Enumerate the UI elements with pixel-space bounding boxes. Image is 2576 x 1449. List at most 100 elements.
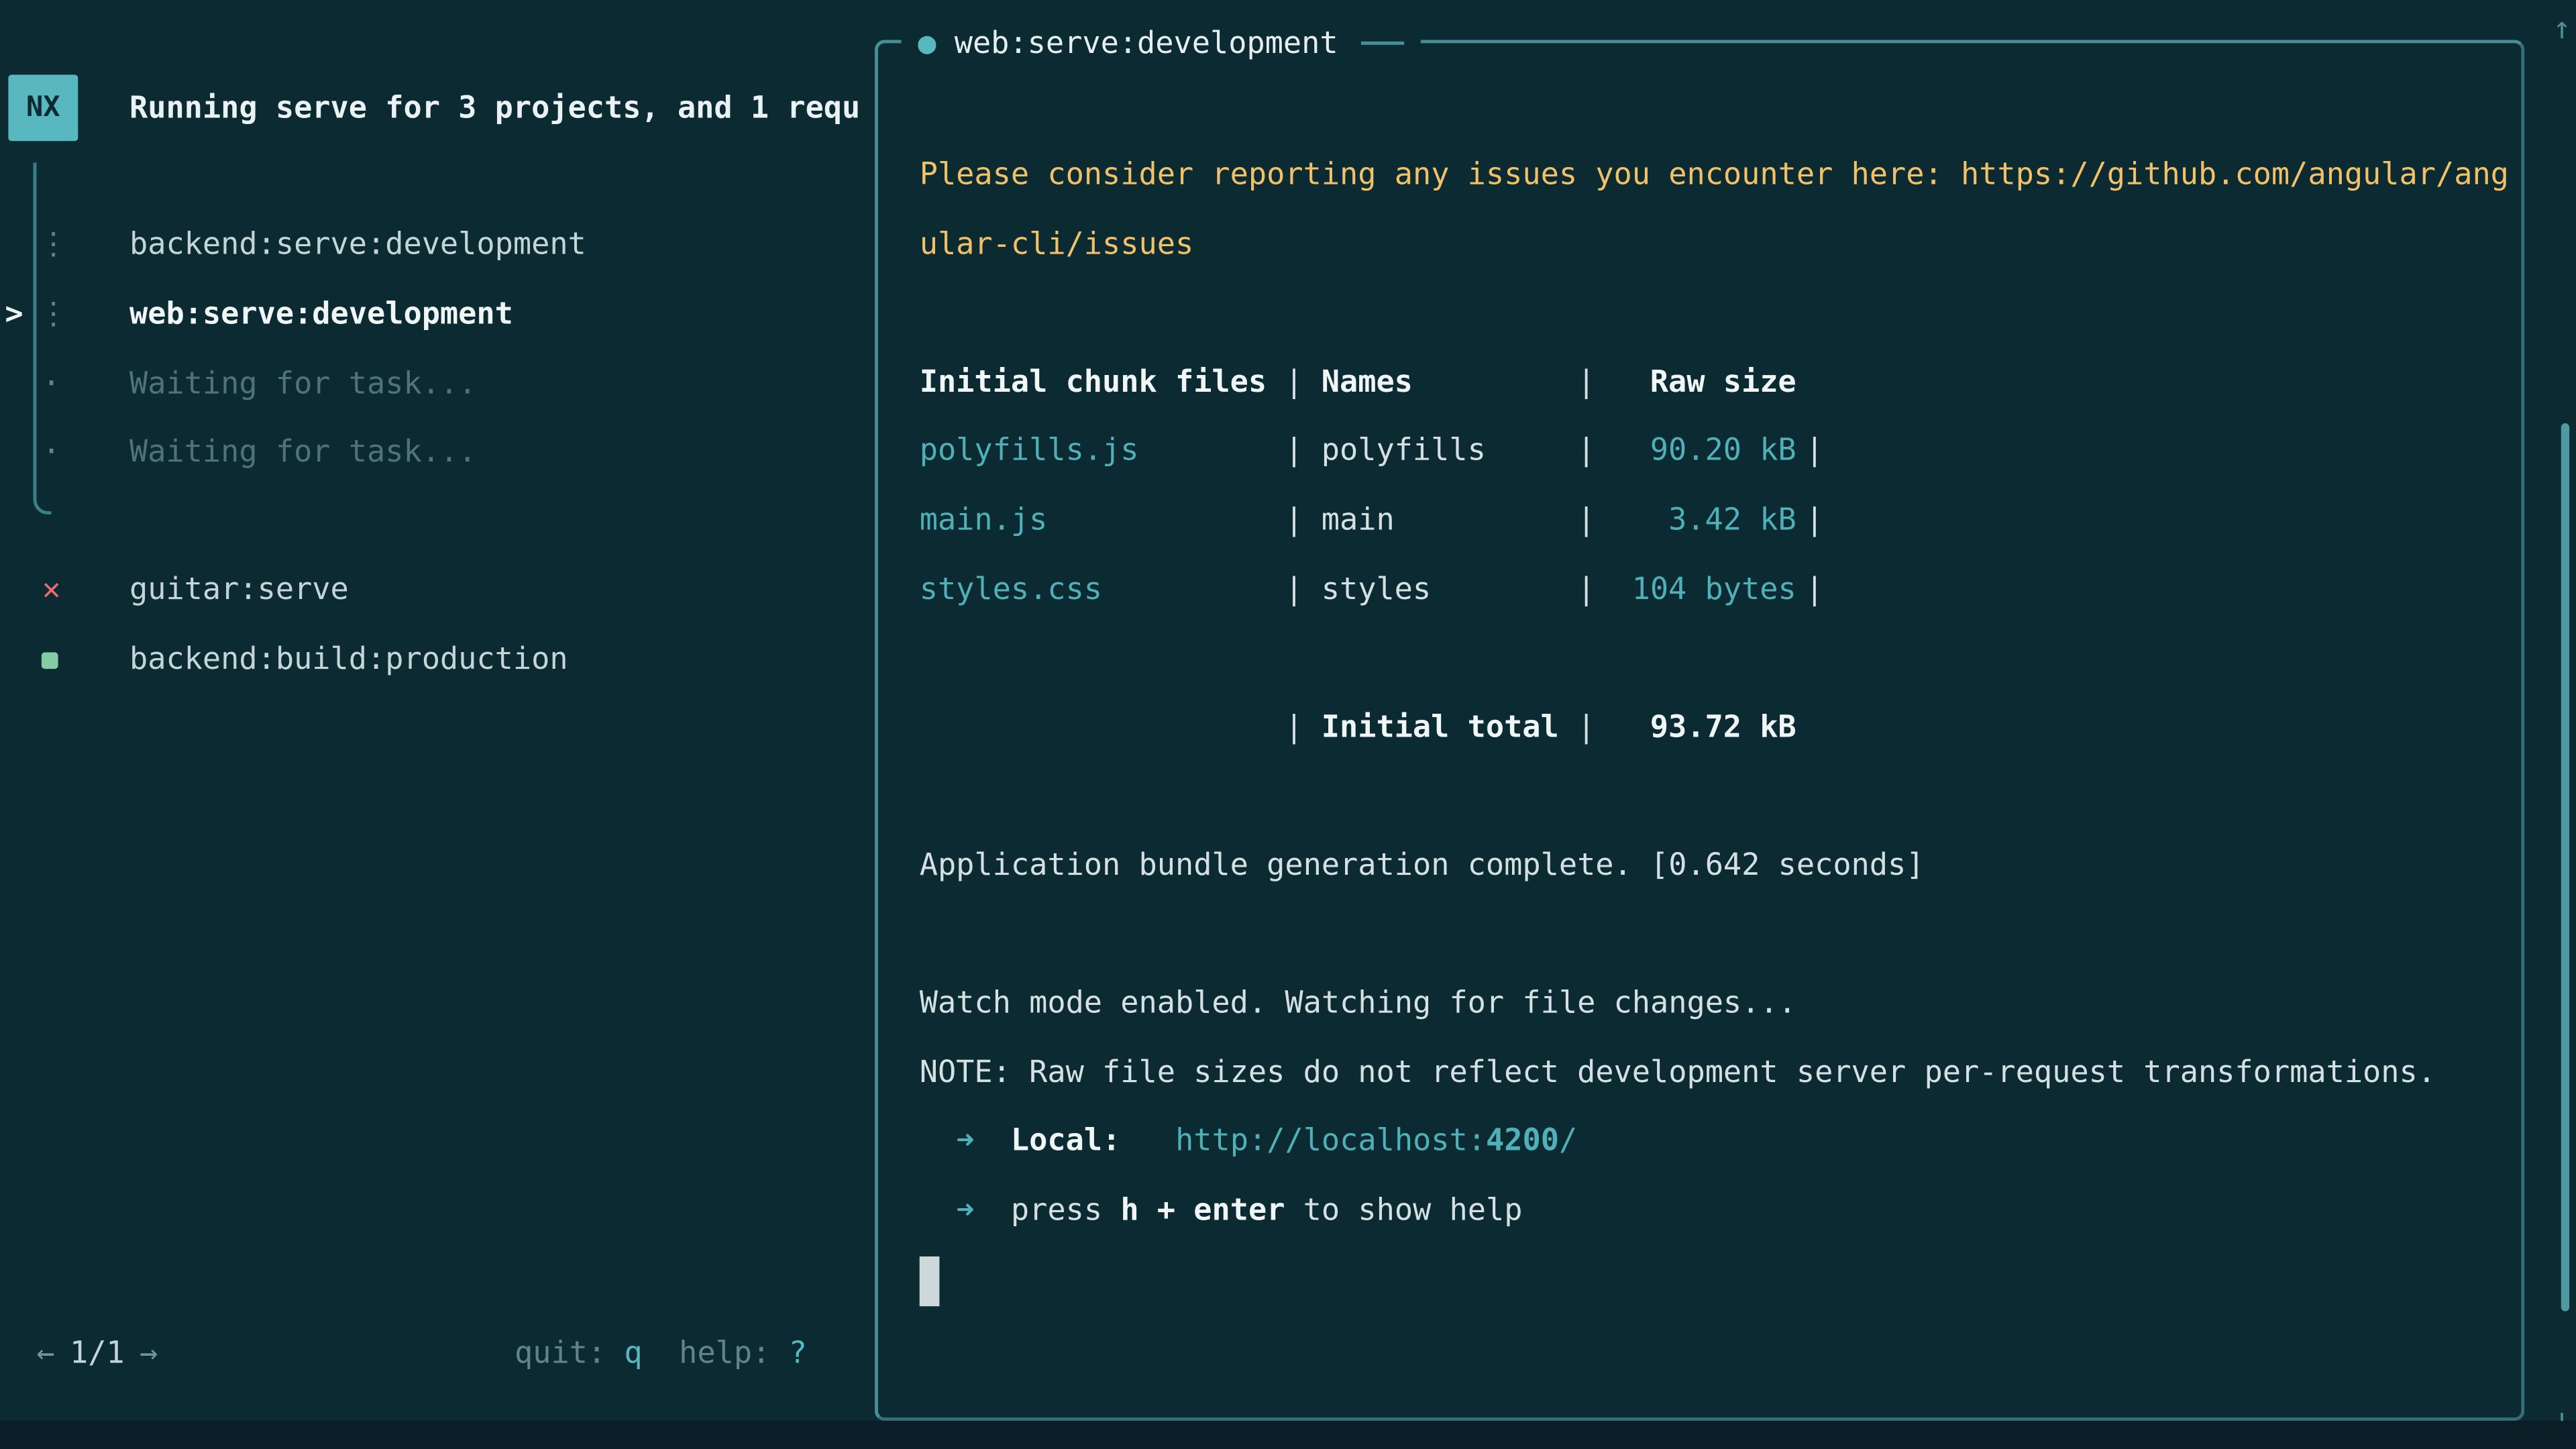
- task-label: backend:serve:development: [129, 211, 586, 280]
- pipe: |: [1577, 486, 1613, 555]
- running-status-dot-icon: ●: [918, 25, 936, 60]
- help-hint-line: ➜ press h + enter to show help: [920, 1177, 2522, 1246]
- task-label: web:serve:development: [129, 280, 513, 350]
- task-label: Waiting for task...: [129, 419, 476, 488]
- task-sidebar: NX Running serve for 3 projects, and 1 r…: [0, 0, 875, 1419]
- indent: [920, 1193, 956, 1228]
- local-label: Local:: [1011, 1124, 1120, 1159]
- spinner-icon: ⋮: [38, 211, 65, 280]
- issue-report-line-2[interactable]: ular-cli/issues: [920, 210, 2522, 279]
- watch-mode-line: Watch mode enabled. Watching for file ch…: [920, 969, 2522, 1038]
- prev-page-arrow-icon[interactable]: ←: [36, 1336, 54, 1371]
- blank-line: [920, 625, 2522, 694]
- nx-terminal-ui: NX Running serve for 3 projects, and 1 r…: [0, 0, 2576, 1449]
- pipe: |: [1796, 555, 1833, 625]
- pipe: |: [1796, 486, 1833, 555]
- pane-title-text: web:serve:development: [955, 25, 1338, 60]
- chunk-table-header: Initial chunk files|Names|Raw size: [920, 348, 2522, 417]
- cell-file: styles.css: [920, 555, 1285, 625]
- page-indicator: 1/1: [70, 1336, 125, 1371]
- terminal-cursor: [920, 1256, 940, 1305]
- selection-caret-icon: >: [5, 280, 23, 350]
- cell-name: styles: [1322, 555, 1577, 625]
- pipe: |: [1285, 486, 1321, 555]
- cell-name: main: [1322, 486, 1577, 555]
- chunk-table-row: styles.css|styles|104 bytes|: [920, 555, 2522, 625]
- next-page-arrow-icon[interactable]: →: [140, 1336, 158, 1371]
- help-keys: h + enter: [1120, 1193, 1285, 1228]
- sidebar-title: Running serve for 3 projects, and 1 requ: [129, 74, 875, 141]
- cell-size: 90.20 kB: [1613, 417, 1796, 486]
- pipe: |: [1796, 417, 1833, 486]
- cell-size: 104 bytes: [1613, 555, 1796, 625]
- blank-line: [920, 900, 2522, 969]
- pane-title: ● web:serve:development: [902, 8, 1421, 78]
- total-size: 93.72 kB: [1613, 694, 1796, 763]
- note-line: NOTE: Raw file sizes do not reflect deve…: [920, 1038, 2522, 1108]
- chunk-table-row: main.js|main|3.42 kB|: [920, 486, 2522, 555]
- header-size: Raw size: [1613, 348, 1796, 417]
- nx-logo: NX: [8, 74, 78, 141]
- pipe: |: [1285, 694, 1321, 763]
- initial-total-row: |Initial total|93.72 kB: [920, 694, 2522, 763]
- quit-key: q: [624, 1336, 642, 1371]
- task-row-guitar-serve[interactable]: ✕ guitar:serve: [0, 556, 875, 626]
- keybind-hints: quit: q help: ?: [515, 1318, 807, 1388]
- cell-file: main.js: [920, 486, 1285, 555]
- press-text: press: [1011, 1193, 1120, 1228]
- pipe: |: [1577, 555, 1613, 625]
- help-suffix: to show help: [1285, 1193, 1522, 1228]
- pipe: |: [1577, 694, 1613, 763]
- title-dash: [1361, 42, 1404, 45]
- localhost-link[interactable]: http://localhost:4200/: [1175, 1124, 1577, 1159]
- terminal-output: Please consider reporting any issues you…: [878, 43, 2521, 1314]
- pipe: |: [1285, 417, 1321, 486]
- gap: [1120, 1124, 1175, 1159]
- issue-report-line-1: Please consider reporting any issues you…: [920, 141, 2522, 210]
- quit-hint-label: quit:: [515, 1336, 624, 1371]
- cell-file: polyfills.js: [920, 417, 1285, 486]
- header-name: Names: [1322, 348, 1577, 417]
- pipe: |: [1285, 555, 1321, 625]
- task-label: Waiting for task...: [129, 350, 476, 420]
- indent: [920, 1124, 956, 1159]
- arrow-icon: ➜: [956, 1124, 974, 1159]
- gap: [974, 1124, 1010, 1159]
- port-number: 4200: [1486, 1124, 1559, 1159]
- task-row-waiting-1[interactable]: · Waiting for task...: [0, 350, 875, 420]
- local-url-line: ➜ Local: http://localhost:4200/: [920, 1108, 2522, 1177]
- gap: [974, 1193, 1010, 1228]
- chunk-table-row: polyfills.js|polyfills|90.20 kB|: [920, 417, 2522, 486]
- arrow-icon: ➜: [956, 1193, 974, 1228]
- success-square-icon: [42, 652, 58, 669]
- pipe: |: [1285, 348, 1321, 417]
- task-row-waiting-2[interactable]: · Waiting for task...: [0, 419, 875, 488]
- scrollbar-thumb[interactable]: [2561, 423, 2569, 1311]
- task-row-backend-build[interactable]: backend:build:production: [0, 626, 875, 696]
- total-label: Initial total: [1322, 694, 1577, 763]
- task-label: backend:build:production: [129, 626, 568, 696]
- pagination: ← 1/1 →: [36, 1318, 158, 1388]
- task-label: guitar:serve: [129, 556, 349, 626]
- failed-x-icon: ✕: [38, 556, 65, 626]
- bundle-complete-line: Application bundle generation complete. …: [920, 831, 2522, 900]
- header-file: Initial chunk files: [920, 348, 1285, 417]
- bottom-edge-strip: [0, 1421, 2576, 1449]
- spinner-icon: ⋮: [38, 280, 65, 350]
- help-hint-label: help:: [679, 1336, 788, 1371]
- pipe: |: [1577, 348, 1613, 417]
- help-key: ?: [789, 1336, 807, 1371]
- pipe: |: [1577, 417, 1613, 486]
- pending-dot-icon: ·: [38, 419, 65, 488]
- pending-dot-icon: ·: [38, 350, 65, 420]
- scroll-up-arrow-icon[interactable]: ↑: [2553, 3, 2571, 56]
- blank-line: [920, 763, 2522, 832]
- cursor-line: [920, 1246, 2522, 1315]
- cell-size: 3.42 kB: [1613, 486, 1796, 555]
- cell-name: polyfills: [1322, 417, 1577, 486]
- terminal-output-pane[interactable]: ●web:serve:development Please consider r…: [875, 40, 2524, 1421]
- task-row-web-serve-selected[interactable]: > ⋮ web:serve:development: [0, 280, 875, 350]
- task-row-backend-serve[interactable]: ⋮ backend:serve:development: [0, 211, 875, 280]
- blank-line: [920, 279, 2522, 348]
- hint-gap: [643, 1336, 679, 1371]
